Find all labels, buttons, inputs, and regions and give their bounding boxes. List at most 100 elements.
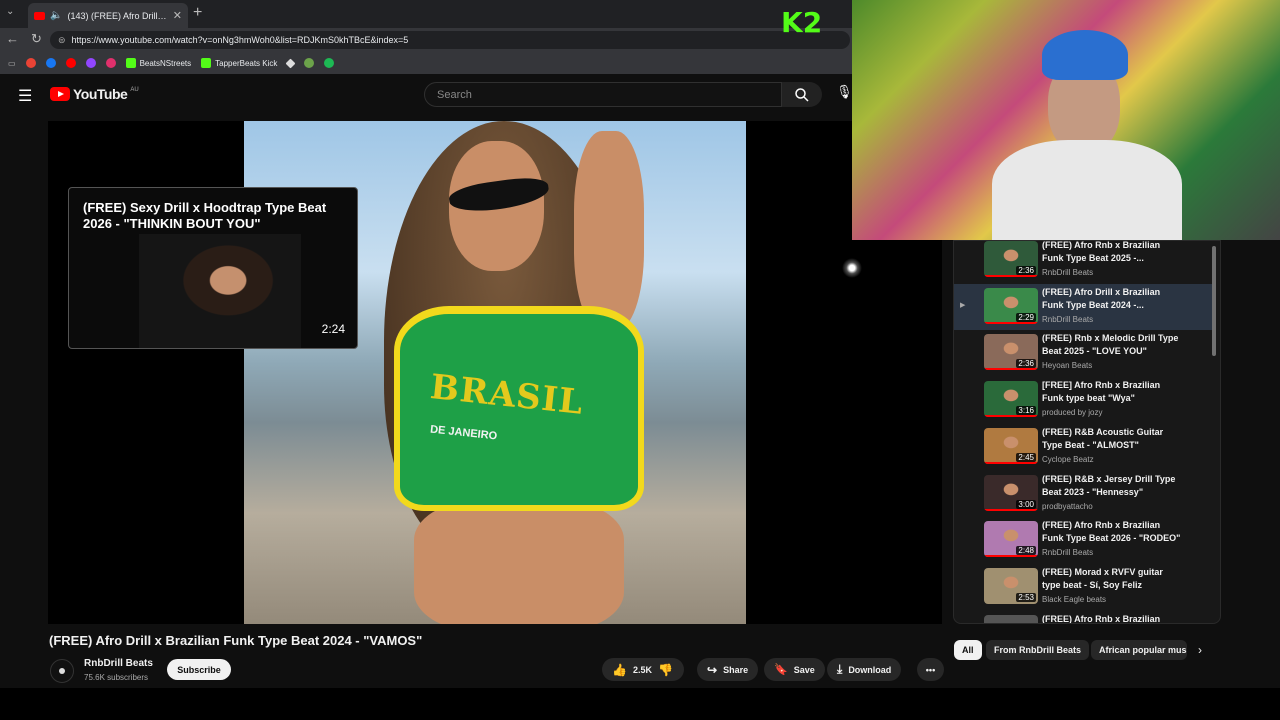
like-count: 2.5K (632, 664, 652, 675)
chip-african-popular-music[interactable]: African popular music (1091, 640, 1187, 660)
endscreen-thumbnail (139, 234, 301, 348)
playlist-item[interactable]: 2:53 (FREE) Morad x RVFV guitar type beat… (954, 564, 1212, 610)
leaf-bookmark-icon[interactable] (304, 58, 315, 68)
playlist-item-channel: RnbDrill Beats (1042, 314, 1094, 324)
download-label: Download (848, 664, 892, 675)
chip-all[interactable]: All (954, 640, 982, 660)
playlist-item[interactable]: 2:48 (FREE) Afro Rnb x Brazilian Funk Typ… (954, 517, 1212, 563)
channel-avatar[interactable] (50, 659, 74, 683)
instagram-bookmark-icon[interactable] (105, 58, 116, 68)
playlist-item-channel: Cyclope Beatz (1042, 454, 1094, 464)
playlist-item-channel: prodbyattacho (1042, 501, 1093, 511)
webcam-overlay (852, 0, 1280, 240)
youtube-bookmark-icon[interactable] (65, 58, 76, 68)
save-label: Save (793, 664, 815, 675)
playlist-item[interactable]: 2:36 (FREE) Afro Rnb x Brazilian Funk Typ… (954, 240, 1212, 283)
playlist-thumbnail: 2:36 (984, 241, 1038, 277)
tab-title: (143) (FREE) Afro Drill x Brazilian Funk… (67, 10, 167, 21)
playlist-duration: 2:45 (1016, 452, 1036, 462)
playlist-item[interactable]: (FREE) Afro Rnb x Brazilian (954, 611, 1212, 624)
search-icon (795, 87, 809, 102)
download-button[interactable]: ⤓ Download (827, 658, 902, 681)
watched-progress-bar (984, 461, 1038, 464)
url-field[interactable]: ⊜ https://www.youtube.com/watch?v=onNg3h… (50, 31, 850, 49)
playlist-duration: 2:53 (1016, 592, 1036, 602)
watched-progress-bar (984, 555, 1038, 558)
youtube-header: ☰ YouTube AU Search 🎙 (0, 74, 860, 116)
back-icon[interactable]: ← (6, 31, 19, 47)
playlist-item[interactable]: 3:16 [FREE] Afro Rnb x Brazilian Funk typ… (954, 377, 1212, 423)
playlist-panel: 2:36 (FREE) Afro Rnb x Brazilian Funk Typ… (953, 240, 1221, 624)
watched-progress-bar (984, 321, 1038, 324)
watched-progress-bar (984, 368, 1038, 371)
video-title: (FREE) Afro Drill x Brazilian Funk Type … (49, 633, 423, 648)
playlist-item-title: [FREE] Afro Rnb x Brazilian Funk type be… (1042, 380, 1161, 404)
playlist-item[interactable]: 3:00 (FREE) R&B x Jersey Drill Type Beat … (954, 471, 1212, 517)
kick-icon (125, 58, 136, 68)
tab-list-icon[interactable]: ⌄ (6, 6, 14, 17)
playlist-item-title: (FREE) Afro Rnb x Brazilian Funk Type Be… (1042, 520, 1181, 544)
url-text: https://www.youtube.com/watch?v=onNg3hmW… (71, 35, 409, 45)
new-tab-icon[interactable]: + (193, 4, 202, 22)
microphone-icon[interactable]: 🎙 (836, 84, 853, 100)
subscribe-button[interactable]: Subscribe (167, 659, 231, 680)
youtube-logo[interactable]: YouTube AU (50, 86, 139, 102)
playlist-item-title: (FREE) R&B x Jersey Drill Type Beat 2023… (1042, 473, 1176, 497)
search-input[interactable]: Search (424, 82, 782, 107)
search-button[interactable] (782, 82, 822, 107)
subscriber-count: 75.6K subscribers (84, 673, 149, 682)
playlist-thumbnail (984, 614, 1038, 623)
download-icon: ⤓ (837, 662, 843, 676)
share-button[interactable]: ↪ Share (697, 658, 759, 681)
playlist-item[interactable]: 2:45 (FREE) R&B Acoustic Guitar Type Beat… (954, 424, 1212, 470)
chevron-right-icon[interactable]: › (1198, 643, 1202, 657)
reload-icon[interactable]: ↻ (31, 31, 42, 47)
bookmark-tapperbeats-kick[interactable]: TapperBeats Kick (201, 58, 277, 68)
more-horizontal-icon: ••• (925, 664, 936, 675)
bookmark-icon: 🔖 (774, 664, 788, 676)
arm-shape (574, 131, 644, 331)
playlist-thumbnail: 3:16 (984, 381, 1038, 418)
more-actions-button[interactable]: ••• (917, 658, 944, 681)
endscreen-video-card[interactable]: (FREE) Sexy Drill x Hoodtrap Type Beat 2… (68, 187, 358, 349)
playlist-thumbnail: 2:48 (984, 521, 1038, 558)
nav-buttons: ← ↻ (6, 31, 42, 47)
playlist-scrollbar[interactable] (1212, 246, 1216, 356)
channel-name[interactable]: RnbDrill Beats (84, 658, 153, 669)
like-button[interactable]: 👍 2.5K (612, 663, 652, 677)
playlist-duration: 3:00 (1016, 499, 1036, 509)
playlist-item-title: (FREE) Afro Drill x Brazilian Funk Type … (1042, 286, 1161, 310)
save-button[interactable]: 🔖 Save (764, 658, 825, 681)
playlist-item[interactable]: 2:36 (FREE) Rnb x Melodic Drill Type Beat… (954, 330, 1212, 376)
playlist-thumbnail: 2:29 (984, 287, 1038, 324)
playlist-item-title: (FREE) Rnb x Melodic Drill Type Beat 202… (1042, 333, 1179, 357)
google-bookmark-icon[interactable] (25, 58, 36, 68)
endscreen-title: (FREE) Sexy Drill x Hoodtrap Type Beat 2… (83, 200, 327, 231)
x-bookmark-icon[interactable] (324, 58, 335, 68)
playlist-duration: 2:36 (1016, 266, 1036, 275)
playlist-duration: 2:36 (1016, 359, 1036, 369)
tshirt-shape (992, 140, 1182, 240)
playlist-duration: 2:48 (1016, 546, 1036, 556)
kick-icon (201, 58, 212, 68)
browser-tab[interactable]: 🔈 (143) (FREE) Afro Drill x Brazilian Fu… (28, 3, 188, 28)
playlist-item-title: (FREE) Afro Rnb x Brazilian (1042, 613, 1161, 624)
chip-from-channel[interactable]: From RnbDrill Beats (986, 640, 1090, 660)
bookmark-beatsnstreets[interactable]: BeatsNStreets (125, 58, 191, 68)
site-info-icon[interactable]: ⊜ (58, 35, 66, 46)
close-tab-icon[interactable]: ✕ (173, 9, 182, 22)
watched-progress-bar (984, 275, 1038, 277)
speaker-icon[interactable]: 🔈 (50, 10, 62, 21)
hamburger-menu-icon[interactable]: ☰ (18, 86, 32, 106)
playlist-item-title: (FREE) Afro Rnb x Brazilian Funk Type Be… (1042, 240, 1161, 263)
diamond-bookmark-icon[interactable] (285, 58, 296, 68)
playlist-item[interactable]: ▶ 2:29 (FREE) Afro Drill x Brazilian Funk … (954, 283, 1212, 330)
thumbs-down-icon: 👎 (657, 662, 673, 677)
apps-icon[interactable]: ▭ (8, 59, 16, 68)
playlist-thumbnail: 2:45 (984, 427, 1038, 464)
logo-text: YouTube (73, 86, 128, 102)
dislike-button[interactable]: 👎 (658, 663, 673, 677)
twitch-bookmark-icon[interactable] (85, 58, 96, 68)
playlist-item-channel: RnbDrill Beats (1042, 268, 1094, 277)
facebook-bookmark-icon[interactable] (45, 58, 56, 68)
